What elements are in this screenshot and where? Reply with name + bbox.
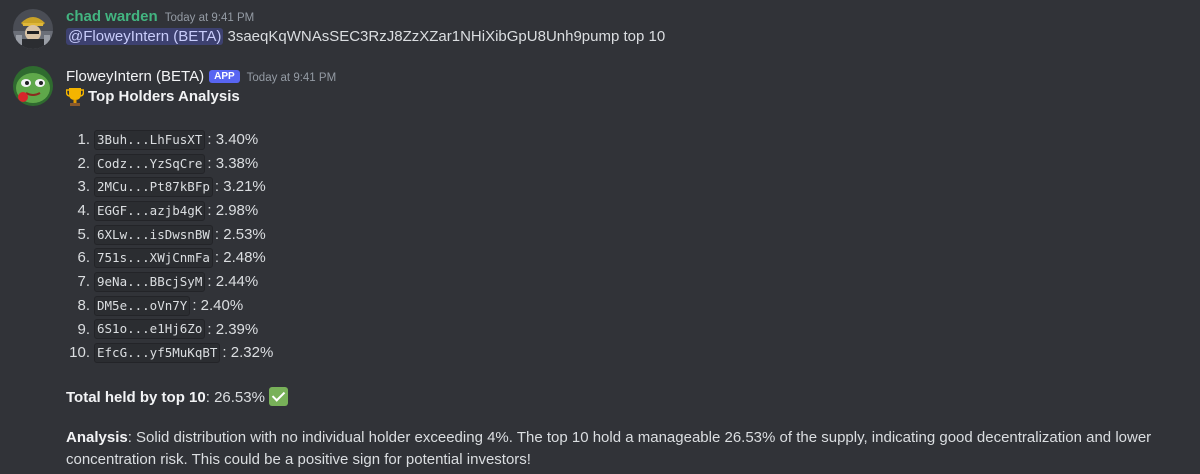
total-value: : 26.53%	[205, 389, 265, 406]
check-mark-icon	[268, 387, 288, 406]
avatar-flowey-image	[13, 66, 53, 106]
list-item: 9. 6S1o...e1Hj6Zo : 2.39%	[66, 318, 273, 342]
holder-address[interactable]: EfcG...yf5MuKqBT	[94, 343, 221, 364]
holder-address[interactable]: 6S1o...e1Hj6Zo	[94, 319, 206, 340]
analysis-title: Top Holders Analysis	[65, 86, 240, 108]
holder-address[interactable]: 3Buh...LhFusXT	[94, 129, 206, 150]
analysis-label: Analysis	[66, 429, 128, 446]
list-item: 7. 9eNa...BBcjSyM : 2.44%	[66, 270, 273, 294]
list-item-number: 9.	[77, 320, 90, 338]
avatar-chad[interactable]	[13, 9, 53, 49]
holder-percentage: : 2.48%	[214, 249, 266, 267]
username-flowey[interactable]: FloweyIntern (BETA)	[66, 68, 204, 85]
holder-address[interactable]: 2MCu...Pt87kBFp	[94, 177, 213, 198]
list-item: 6. 751s...XWjCnmFa : 2.48%	[66, 246, 273, 270]
holder-percentage: : 2.40%	[192, 296, 244, 314]
list-item: 10. EfcG...yf5MuKqBT : 2.32%	[66, 341, 273, 365]
holder-address[interactable]: 6XLw...isDwsnBW	[94, 224, 213, 245]
message-header-flowey: FloweyIntern (BETA) APP Today at 9:41 PM	[66, 68, 336, 85]
list-item: 2. Codz...YzSqCre : 3.38%	[66, 152, 273, 176]
list-item-number: 6.	[77, 249, 90, 267]
analysis-text: : Solid distribution with no individual …	[66, 429, 1152, 468]
app-badge: APP	[209, 70, 240, 83]
total-label: Total held by top 10	[66, 389, 206, 406]
total-line: Total held by top 10: 26.53%	[66, 387, 288, 409]
holder-percentage: : 2.39%	[207, 320, 259, 338]
list-item-number: 2.	[77, 154, 90, 172]
list-item-number: 4.	[77, 202, 90, 220]
analysis-paragraph: Analysis: Solid distribution with no ind…	[66, 427, 1191, 471]
holder-address[interactable]: 9eNa...BBcjSyM	[94, 271, 206, 292]
holder-percentage: : 3.40%	[207, 131, 259, 148]
username-chad[interactable]: chad warden	[66, 8, 158, 25]
list-item-number: 8.	[77, 296, 90, 314]
message-header-chad: chad warden Today at 9:41 PM	[66, 8, 254, 25]
holder-percentage: : 3.38%	[207, 154, 259, 172]
holder-percentage: : 3.21%	[214, 178, 266, 196]
list-item-number: 10.	[69, 344, 90, 362]
holder-address[interactable]: 751s...XWjCnmFa	[94, 248, 213, 269]
list-item-number: 1.	[77, 131, 90, 148]
timestamp-chad[interactable]: Today at 9:41 PM	[165, 12, 255, 24]
list-item: 5. 6XLw...isDwsnBW : 2.53%	[66, 223, 273, 247]
avatar-chad-image	[13, 9, 53, 49]
holder-address[interactable]: DM5e...oVn7Y	[94, 295, 191, 316]
list-item: 8. DM5e...oVn7Y : 2.40%	[66, 294, 273, 318]
list-item-number: 7.	[77, 273, 90, 291]
holder-percentage: : 2.98%	[207, 202, 259, 220]
list-item: 4. EGGF...azjb4gK : 2.98%	[66, 199, 273, 223]
holders-list: 1. 3Buh...LhFusXT : 3.40% 2. Codz...YzSq…	[66, 128, 273, 365]
holder-address[interactable]: EGGF...azjb4gK	[94, 200, 206, 221]
list-item: 1. 3Buh...LhFusXT : 3.40%	[66, 128, 273, 152]
holder-percentage: : 2.32%	[222, 344, 274, 362]
holder-percentage: : 2.44%	[207, 273, 259, 291]
list-item-number: 3.	[77, 178, 90, 196]
timestamp-flowey[interactable]: Today at 9:41 PM	[247, 72, 337, 84]
analysis-title-text: Top Holders Analysis	[88, 88, 240, 105]
message-content-chad: @FloweyIntern (BETA) 3saeqKqWNAsSEC3RzJ8…	[66, 26, 665, 48]
mention-flowey[interactable]: @FloweyIntern (BETA)	[66, 28, 224, 45]
command-text: 3saeqKqWNAsSEC3RzJ8ZzXZar1NHiXibGpU8Unh9…	[223, 28, 666, 45]
holder-address[interactable]: Codz...YzSqCre	[94, 153, 206, 174]
list-item: 3. 2MCu...Pt87kBFp : 3.21%	[66, 175, 273, 199]
trophy-icon	[65, 87, 85, 107]
avatar-flowey[interactable]	[13, 66, 53, 106]
list-item-number: 5.	[77, 225, 90, 243]
holder-percentage: : 2.53%	[214, 225, 266, 243]
